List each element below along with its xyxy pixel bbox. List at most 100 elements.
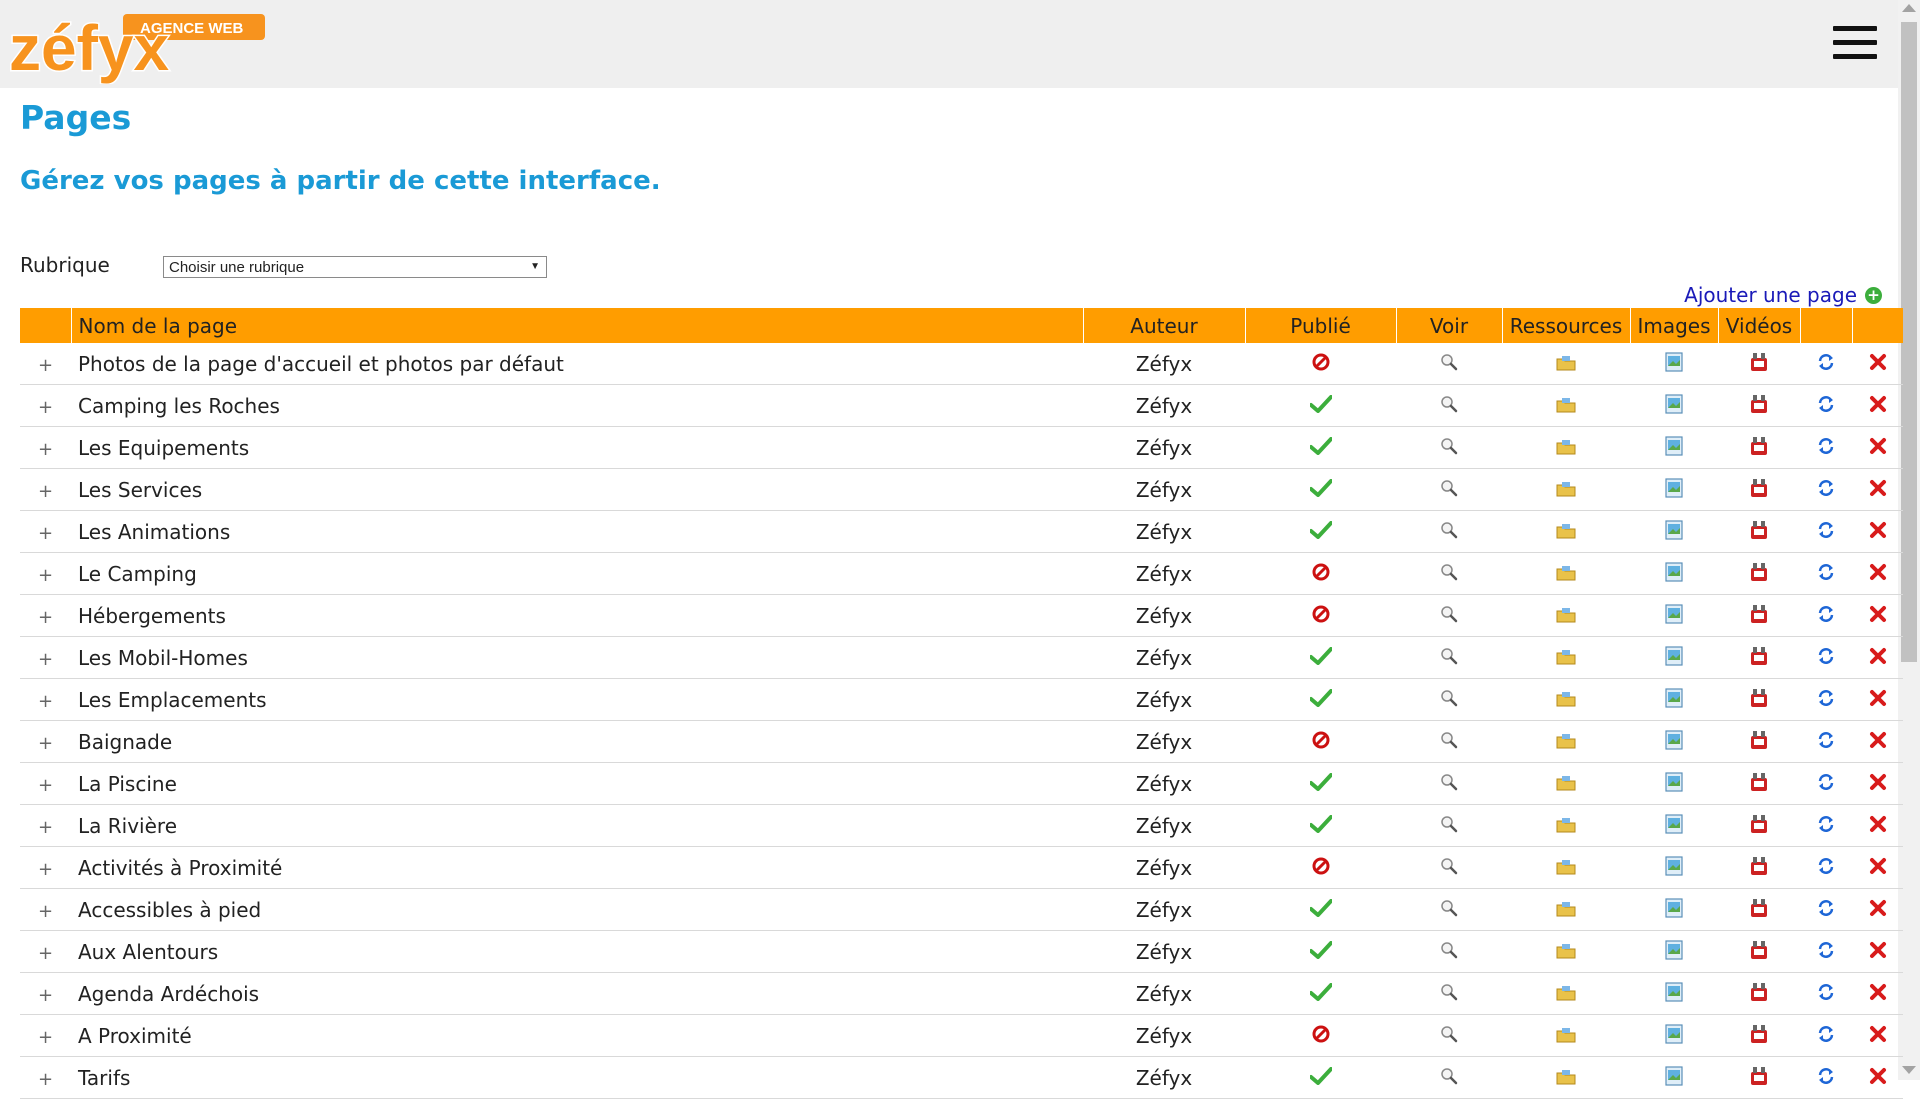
view-magnifier-icon[interactable] — [1440, 604, 1458, 628]
images-picture-icon[interactable] — [1665, 1023, 1683, 1049]
page-name[interactable]: A Proximité — [78, 1024, 192, 1048]
images-picture-icon[interactable] — [1665, 435, 1683, 461]
view-magnifier-icon[interactable] — [1440, 772, 1458, 796]
zefyx-logo[interactable]: AGENCE WEB zéfyx — [5, 4, 267, 84]
delete-x-icon[interactable] — [1869, 520, 1887, 544]
delete-x-icon[interactable] — [1869, 940, 1887, 964]
page-name[interactable]: Les Mobil-Homes — [78, 646, 248, 670]
page-name[interactable]: Les Animations — [78, 520, 230, 544]
view-magnifier-icon[interactable] — [1440, 394, 1458, 418]
delete-x-icon[interactable] — [1869, 478, 1887, 502]
delete-x-icon[interactable] — [1869, 772, 1887, 796]
add-page-link[interactable]: Ajouter une page + — [1684, 283, 1882, 307]
resources-folder-icon[interactable] — [1556, 604, 1576, 628]
expand-plus-icon[interactable]: + — [38, 733, 53, 754]
videos-youtube-icon[interactable] — [1749, 352, 1769, 377]
delete-x-icon[interactable] — [1869, 898, 1887, 922]
view-magnifier-icon[interactable] — [1440, 478, 1458, 502]
images-picture-icon[interactable] — [1665, 477, 1683, 503]
delete-x-icon[interactable] — [1869, 436, 1887, 460]
page-name[interactable]: La Rivière — [78, 814, 177, 838]
videos-youtube-icon[interactable] — [1749, 730, 1769, 755]
delete-x-icon[interactable] — [1869, 730, 1887, 754]
published-check-icon[interactable] — [1308, 940, 1333, 964]
resources-folder-icon[interactable] — [1556, 940, 1576, 964]
view-magnifier-icon[interactable] — [1440, 982, 1458, 1006]
resources-folder-icon[interactable] — [1556, 982, 1576, 1006]
refresh-arrows-icon[interactable] — [1817, 646, 1835, 670]
hamburger-menu-icon[interactable] — [1833, 26, 1877, 60]
view-magnifier-icon[interactable] — [1440, 646, 1458, 670]
expand-plus-icon[interactable]: + — [38, 439, 53, 460]
delete-x-icon[interactable] — [1869, 982, 1887, 1006]
page-name[interactable]: Tarifs — [78, 1066, 130, 1090]
published-check-icon[interactable] — [1308, 772, 1333, 796]
page-name[interactable]: Les Services — [78, 478, 202, 502]
view-magnifier-icon[interactable] — [1440, 352, 1458, 376]
delete-x-icon[interactable] — [1869, 352, 1887, 376]
view-magnifier-icon[interactable] — [1440, 1024, 1458, 1048]
delete-x-icon[interactable] — [1869, 856, 1887, 880]
view-magnifier-icon[interactable] — [1440, 688, 1458, 712]
videos-youtube-icon[interactable] — [1749, 898, 1769, 923]
resources-folder-icon[interactable] — [1556, 1066, 1576, 1090]
refresh-arrows-icon[interactable] — [1817, 688, 1835, 712]
published-check-icon[interactable] — [1308, 520, 1333, 544]
images-picture-icon[interactable] — [1665, 519, 1683, 545]
expand-plus-icon[interactable]: + — [38, 859, 53, 880]
resources-folder-icon[interactable] — [1556, 478, 1576, 502]
expand-plus-icon[interactable]: + — [38, 985, 53, 1006]
videos-youtube-icon[interactable] — [1749, 436, 1769, 461]
page-name[interactable]: Hébergements — [78, 604, 226, 628]
delete-x-icon[interactable] — [1869, 814, 1887, 838]
published-check-icon[interactable] — [1308, 394, 1333, 418]
published-check-icon[interactable] — [1308, 898, 1333, 922]
images-picture-icon[interactable] — [1665, 687, 1683, 713]
resources-folder-icon[interactable] — [1556, 730, 1576, 754]
videos-youtube-icon[interactable] — [1749, 772, 1769, 797]
videos-youtube-icon[interactable] — [1749, 940, 1769, 965]
videos-youtube-icon[interactable] — [1749, 604, 1769, 629]
videos-youtube-icon[interactable] — [1749, 814, 1769, 839]
view-magnifier-icon[interactable] — [1440, 898, 1458, 922]
videos-youtube-icon[interactable] — [1749, 982, 1769, 1007]
resources-folder-icon[interactable] — [1556, 352, 1576, 376]
expand-plus-icon[interactable]: + — [38, 943, 53, 964]
page-name[interactable]: Agenda Ardéchois — [78, 982, 259, 1006]
unpublished-forbidden-icon[interactable] — [1312, 352, 1330, 376]
expand-plus-icon[interactable]: + — [38, 775, 53, 796]
refresh-arrows-icon[interactable] — [1817, 940, 1835, 964]
expand-plus-icon[interactable]: + — [38, 649, 53, 670]
refresh-arrows-icon[interactable] — [1817, 394, 1835, 418]
resources-folder-icon[interactable] — [1556, 814, 1576, 838]
images-picture-icon[interactable] — [1665, 939, 1683, 965]
videos-youtube-icon[interactable] — [1749, 688, 1769, 713]
images-picture-icon[interactable] — [1665, 561, 1683, 587]
expand-plus-icon[interactable]: + — [38, 1027, 53, 1048]
refresh-arrows-icon[interactable] — [1817, 772, 1835, 796]
expand-plus-icon[interactable]: + — [38, 607, 53, 628]
view-magnifier-icon[interactable] — [1440, 1066, 1458, 1090]
page-name[interactable]: Camping les Roches — [78, 394, 280, 418]
view-magnifier-icon[interactable] — [1440, 814, 1458, 838]
resources-folder-icon[interactable] — [1556, 646, 1576, 670]
rubrique-select[interactable]: Choisir une rubrique ▼ — [163, 256, 547, 278]
page-name[interactable]: Baignade — [78, 730, 172, 754]
resources-folder-icon[interactable] — [1556, 772, 1576, 796]
videos-youtube-icon[interactable] — [1749, 1024, 1769, 1049]
unpublished-forbidden-icon[interactable] — [1312, 730, 1330, 754]
expand-plus-icon[interactable]: + — [38, 565, 53, 586]
refresh-arrows-icon[interactable] — [1817, 1066, 1835, 1090]
unpublished-forbidden-icon[interactable] — [1312, 1024, 1330, 1048]
published-check-icon[interactable] — [1308, 982, 1333, 1006]
resources-folder-icon[interactable] — [1556, 898, 1576, 922]
view-magnifier-icon[interactable] — [1440, 436, 1458, 460]
delete-x-icon[interactable] — [1869, 1024, 1887, 1048]
delete-x-icon[interactable] — [1869, 562, 1887, 586]
images-picture-icon[interactable] — [1665, 1065, 1683, 1091]
delete-x-icon[interactable] — [1869, 394, 1887, 418]
resources-folder-icon[interactable] — [1556, 394, 1576, 418]
resources-folder-icon[interactable] — [1556, 562, 1576, 586]
expand-plus-icon[interactable]: + — [38, 355, 53, 376]
images-picture-icon[interactable] — [1665, 855, 1683, 881]
